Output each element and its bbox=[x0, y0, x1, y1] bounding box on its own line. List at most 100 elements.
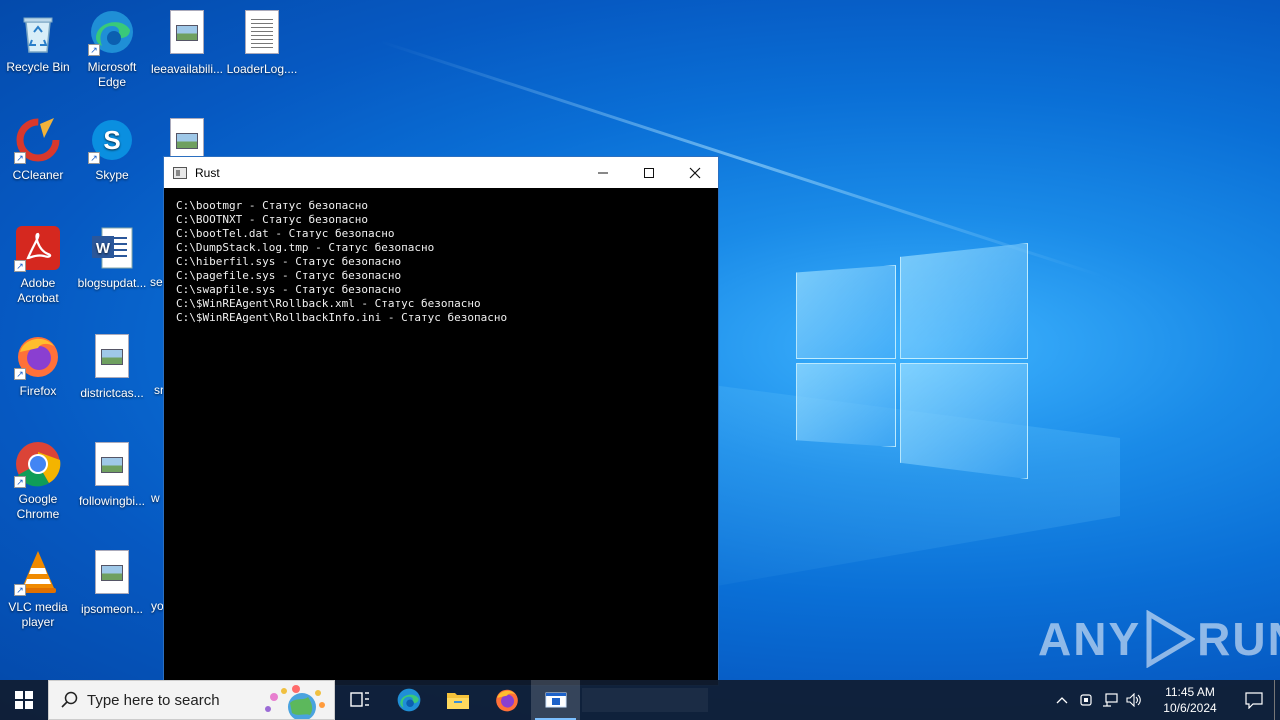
desktop-icon-ccleaner[interactable]: ↗ CCleaner bbox=[0, 116, 76, 183]
desktop-icon-districtcas[interactable]: districtcas... bbox=[74, 332, 150, 401]
skype-icon: S ↗ bbox=[88, 116, 136, 164]
clock-time: 11:45 AM bbox=[1165, 685, 1215, 699]
shortcut-arrow-icon: ↗ bbox=[14, 368, 26, 380]
desktop-icon-adobe-acrobat[interactable]: ↗ Adobe Acrobat bbox=[0, 224, 76, 306]
console-line: C:\pagefile.sys - Статус безопасно bbox=[176, 269, 402, 282]
desktop-icon-label: followingbi... bbox=[78, 494, 146, 508]
close-icon bbox=[689, 167, 701, 178]
recycle-bin-icon bbox=[14, 8, 62, 56]
ccleaner-icon: ↗ bbox=[14, 116, 62, 164]
desktop-icon-blogsupdat[interactable]: W blogsupdat... bbox=[74, 224, 150, 291]
tray-device-icon-button[interactable] bbox=[1074, 680, 1098, 720]
acrobat-icon: ↗ bbox=[14, 224, 62, 272]
desktop-icon-label: Adobe Acrobat bbox=[17, 276, 59, 305]
minimize-button[interactable] bbox=[580, 157, 626, 188]
anyrun-watermark: ANY RUN bbox=[1038, 610, 1280, 668]
svg-text:W: W bbox=[96, 240, 111, 257]
desktop-icon-vlc[interactable]: ↗ VLC media player bbox=[0, 548, 76, 630]
desktop-icon-ipsomeon[interactable]: ipsomeon... bbox=[74, 548, 150, 617]
word-file-icon: W bbox=[88, 224, 136, 272]
console-line: C:\hiberfil.sys - Статус безопасно bbox=[176, 255, 402, 268]
console-line: C:\bootTel.dat - Статус безопасно bbox=[176, 227, 395, 240]
desktop-icon-skype[interactable]: S ↗ Skype bbox=[74, 116, 150, 183]
search-icon bbox=[61, 691, 79, 709]
shortcut-arrow-icon: ↗ bbox=[14, 584, 26, 596]
notification-icon bbox=[1245, 692, 1263, 709]
maximize-icon bbox=[644, 167, 654, 178]
start-button[interactable] bbox=[0, 680, 48, 720]
desktop-icon-leeavailabili[interactable]: leeavailabili... bbox=[149, 8, 225, 77]
desktop-icon-label: LoaderLog.... bbox=[226, 62, 298, 76]
device-icon bbox=[1080, 694, 1092, 706]
show-hidden-icons-button[interactable] bbox=[1050, 680, 1074, 720]
console-app-icon bbox=[173, 166, 187, 179]
text-file-icon bbox=[238, 10, 286, 58]
desktop-icon-firefox[interactable]: ↗ Firefox bbox=[0, 332, 76, 399]
console-window[interactable]: Rust C:\bootmgr - Статус безопасно C:\BOO… bbox=[163, 156, 719, 686]
desktop-icon-label: blogsupdat... bbox=[77, 276, 147, 290]
taskbar-empty-area bbox=[582, 688, 708, 712]
desktop-icon-label: leeavailabili... bbox=[150, 62, 224, 76]
shortcut-arrow-icon: ↗ bbox=[14, 476, 26, 488]
network-button[interactable] bbox=[1098, 680, 1122, 720]
action-center-button[interactable] bbox=[1234, 680, 1274, 720]
windows-start-icon bbox=[15, 691, 33, 709]
taskbar-clock[interactable]: 11:45 AM 10/6/2024 bbox=[1150, 684, 1230, 716]
desktop-icon-recycle-bin[interactable]: Recycle Bin bbox=[0, 8, 76, 75]
image-file-icon bbox=[88, 334, 136, 382]
desktop-icon-label: VLC media player bbox=[8, 600, 68, 629]
taskbar-console-button[interactable] bbox=[531, 680, 580, 720]
file-explorer-icon bbox=[446, 693, 469, 709]
console-app-icon bbox=[545, 692, 566, 708]
vlc-icon: ↗ bbox=[14, 548, 62, 596]
window-title: Rust bbox=[195, 165, 220, 180]
desktop-icon-google-chrome[interactable]: ↗ Google Chrome bbox=[0, 440, 76, 522]
desktop-icon-followingbi[interactable]: followingbi... bbox=[74, 440, 150, 509]
desktop-icon-label: Google Chrome bbox=[16, 492, 60, 521]
desktop-icon-loaderlog[interactable]: LoaderLog.... bbox=[224, 8, 300, 77]
desktop-icon-label: Recycle Bin bbox=[6, 60, 70, 74]
wallpaper-windows-logo bbox=[796, 243, 1028, 479]
maximize-button[interactable] bbox=[626, 157, 672, 188]
close-button[interactable] bbox=[672, 157, 718, 188]
edge-icon: ↗ bbox=[88, 8, 136, 56]
image-file-icon bbox=[88, 550, 136, 598]
chrome-icon: ↗ bbox=[14, 440, 62, 488]
minimize-icon bbox=[598, 172, 608, 173]
play-logo-icon bbox=[1146, 610, 1196, 668]
task-view-icon bbox=[349, 692, 369, 707]
shortcut-arrow-icon: ↗ bbox=[88, 152, 100, 164]
shortcut-arrow-icon: ↗ bbox=[14, 260, 26, 272]
shortcut-arrow-icon: ↗ bbox=[14, 152, 26, 164]
console-line: C:\DumpStack.log.tmp - Статус безопасно bbox=[176, 241, 435, 254]
volume-button[interactable] bbox=[1122, 680, 1146, 720]
edge-icon bbox=[397, 688, 420, 712]
taskbar-file-explorer-button[interactable] bbox=[433, 680, 482, 720]
task-view-button[interactable] bbox=[335, 680, 384, 720]
desktop-icon-microsoft-edge[interactable]: ↗ Microsoft Edge bbox=[74, 8, 150, 90]
show-desktop-button[interactable] bbox=[1274, 680, 1280, 720]
image-file-icon bbox=[163, 10, 211, 58]
image-file-icon bbox=[88, 442, 136, 490]
console-output[interactable]: C:\bootmgr - Статус безопасно C:\BOOTNXT … bbox=[164, 188, 718, 325]
taskbar-search-box[interactable]: Type here to search bbox=[48, 680, 335, 720]
window-titlebar[interactable]: Rust bbox=[164, 157, 718, 188]
clock-date: 10/6/2024 bbox=[1163, 701, 1217, 715]
desktop-icon-label: CCleaner bbox=[12, 168, 64, 182]
search-placeholder: Type here to search bbox=[87, 691, 220, 709]
taskbar-firefox-button[interactable] bbox=[482, 680, 531, 720]
network-icon bbox=[1103, 693, 1118, 707]
desktop-icon-label: Microsoft Edge bbox=[87, 60, 137, 89]
desktop-icon-label: Firefox bbox=[19, 384, 57, 398]
firefox-icon: ↗ bbox=[14, 332, 62, 380]
console-line: C:\$WinREAgent\RollbackInfo.ini - Статус… bbox=[176, 311, 508, 324]
console-line: C:\$WinREAgent\Rollback.xml - Статус без… bbox=[176, 297, 481, 310]
shortcut-arrow-icon: ↗ bbox=[88, 44, 100, 56]
taskbar-edge-button[interactable] bbox=[384, 680, 433, 720]
desktop-icon-label: ipsomeon... bbox=[80, 602, 144, 616]
volume-icon bbox=[1126, 693, 1141, 707]
console-line: C:\swapfile.sys - Статус безопасно bbox=[176, 283, 402, 296]
search-highlight-art-icon bbox=[265, 685, 325, 719]
desktop-icon-label: Skype bbox=[95, 168, 129, 182]
desktop-icon-label: districtcas... bbox=[80, 386, 144, 400]
